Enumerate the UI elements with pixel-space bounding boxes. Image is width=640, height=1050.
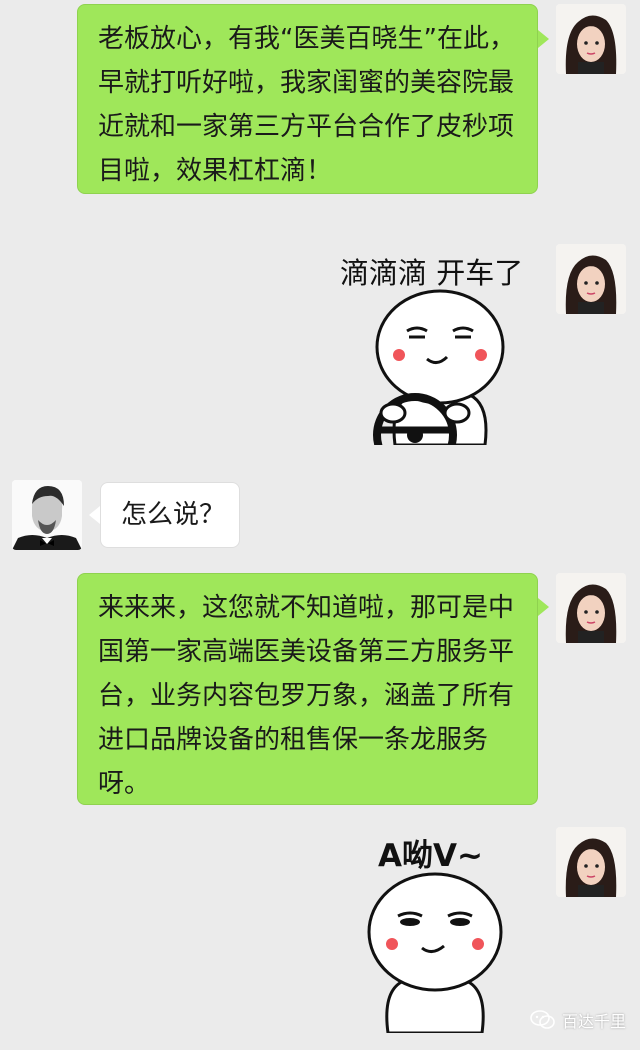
my-avatar[interactable] <box>556 4 626 74</box>
contact-avatar[interactable] <box>12 480 82 550</box>
message-bubble-me[interactable]: 老板放心，有我“医美百晓生”在此，早就打听好啦，我家闺蜜的美容院最近就和一家第三… <box>77 4 538 194</box>
message-text: 怎么说？ <box>121 500 226 530</box>
my-avatar[interactable] <box>556 244 626 314</box>
watermark-text: 百达千里 <box>561 1012 626 1031</box>
bubble-tail <box>89 506 100 524</box>
message-text: 来来来，这您就不知道啦，那可是中国第一家高端医美设备第三方服务平台，业务内容包罗… <box>98 593 515 799</box>
message-text: 老板放心，有我“医美百晓生”在此，早就打听好啦，我家闺蜜的美容院最近就和一家第三… <box>98 24 515 186</box>
smug-emoji-sticker[interactable] <box>360 868 510 1035</box>
wechat-official-account-icon <box>530 1010 556 1030</box>
message-bubble-other[interactable]: 怎么说？ <box>100 482 240 548</box>
watermark: 百达千里 <box>530 1008 626 1032</box>
bubble-tail <box>538 30 549 48</box>
driving-emoji-sticker[interactable] <box>365 285 515 477</box>
my-avatar[interactable] <box>556 827 626 897</box>
my-avatar[interactable] <box>556 573 626 643</box>
bubble-tail <box>538 598 549 616</box>
message-bubble-me[interactable]: 来来来，这您就不知道啦，那可是中国第一家高端医美设备第三方服务平台，业务内容包罗… <box>77 573 538 805</box>
